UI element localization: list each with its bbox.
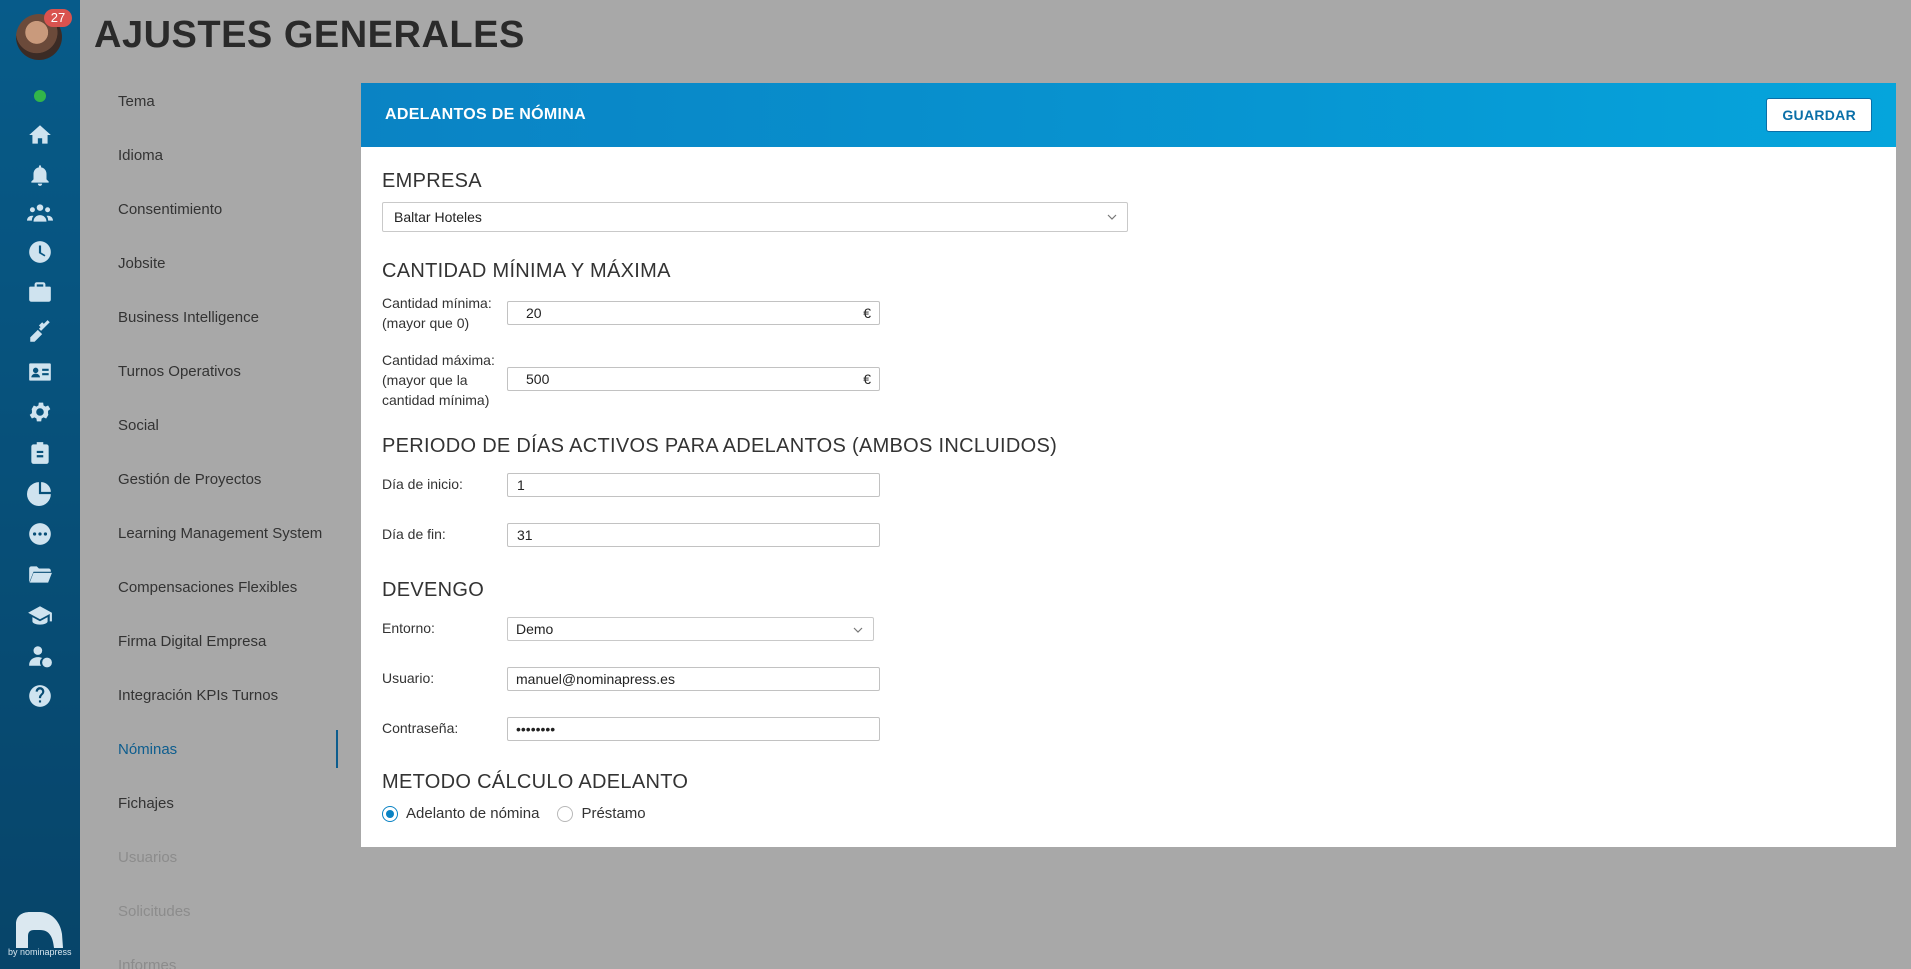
section-title-metodo: METODO CÁLCULO ADELANTO [382,771,689,793]
max-amount-input[interactable]: 500 € [507,367,880,391]
menu-item-consentimiento[interactable]: Consentimiento [94,182,338,236]
section-title-empresa: EMPRESA [382,170,482,192]
start-day-input[interactable]: 1 [507,473,880,497]
menu-item-firma-digital[interactable]: Firma Digital Empresa [94,614,338,668]
clock-icon[interactable] [26,238,54,266]
usuario-label: Usuario: [382,670,435,686]
menu-item-solicitudes[interactable]: Solicitudes [94,884,338,938]
section-title-cantidad: CANTIDAD MÍNIMA Y MÁXIMA [382,260,671,282]
max-amount-label-line1: Cantidad máxima: [382,352,495,368]
min-amount-label: Cantidad mínima: (mayor que 0) [382,293,492,333]
settings-menu: Tema Idioma Consentimiento Jobsite Busin… [94,74,338,969]
bell-icon[interactable] [26,161,54,189]
id-card-icon[interactable] [26,358,54,386]
section-title-devengo: DEVENGO [382,579,485,601]
folder-icon[interactable] [26,561,54,589]
entorno-select-value: Demo [516,621,554,637]
menu-item-nominas[interactable]: Nóminas [94,722,338,776]
min-amount-value: 20 [526,305,542,321]
menu-item-social[interactable]: Social [94,398,338,452]
graduation-cap-icon[interactable] [26,602,54,630]
card-header: ADELANTOS DE NÓMINA GUARDAR [361,83,1896,147]
nominapress-logo [16,912,63,948]
user-money-icon[interactable] [26,642,54,670]
menu-item-jobsite[interactable]: Jobsite [94,236,338,290]
payroll-advances-card: ADELANTOS DE NÓMINA GUARDAR EMPRESA Balt… [361,83,1896,847]
radio-prestamo[interactable] [557,805,574,822]
section-title-periodo: PERIODO DE DÍAS ACTIVOS PARA ADELANTOS (… [382,435,1058,457]
clipboard-icon[interactable] [26,439,54,467]
max-amount-label-line3: cantidad mínima) [382,392,490,408]
tools-icon[interactable] [26,318,54,346]
min-amount-input[interactable]: 20 € [507,301,880,325]
password-input[interactable]: •••••••• [507,717,880,741]
chat-icon[interactable] [26,520,54,548]
chevron-down-icon [853,627,863,633]
menu-item-compensaciones-flexibles[interactable]: Compensaciones Flexibles [94,560,338,614]
entorno-label: Entorno: [382,620,435,636]
max-amount-value: 500 [526,371,550,387]
help-icon[interactable] [26,682,54,710]
empresa-select[interactable]: Baltar Hoteles [382,202,1128,232]
gear-icon[interactable] [26,398,54,426]
save-button[interactable]: GUARDAR [1766,98,1872,132]
empresa-select-value: Baltar Hoteles [394,209,482,225]
end-day-label: Día de fin: [382,526,446,542]
menu-item-lms[interactable]: Learning Management System [94,506,338,560]
metodo-radio-group: Adelanto de nómina Préstamo [382,805,664,822]
end-day-value: 31 [517,527,533,543]
pie-chart-icon[interactable] [26,479,54,507]
usuario-input[interactable]: manuel@nominapress.es [507,667,880,691]
radio-adelanto-nomina[interactable] [382,805,398,822]
card-title: ADELANTOS DE NÓMINA [385,106,586,123]
chevron-down-icon [1107,214,1117,220]
radio-prestamo-label[interactable]: Préstamo [581,805,645,822]
password-label: Contraseña: [382,720,459,736]
entorno-select[interactable]: Demo [507,617,874,641]
min-amount-currency: € [863,305,871,321]
max-amount-label: Cantidad máxima: (mayor que la cantidad … [382,350,495,410]
max-amount-currency: € [863,371,871,387]
radio-adelanto-nomina-label[interactable]: Adelanto de nómina [406,805,539,822]
password-value: •••••••• [516,721,556,737]
start-day-value: 1 [517,477,525,493]
start-day-label: Día de inicio: [382,476,463,492]
briefcase-icon[interactable] [26,278,54,306]
max-amount-label-line2: (mayor que la [382,372,468,388]
menu-item-tema[interactable]: Tema [94,74,338,128]
min-amount-label-line2: (mayor que 0) [382,315,470,331]
usuario-value: manuel@nominapress.es [516,671,675,687]
page-title: AJUSTES GENERALES [94,14,525,56]
end-day-input[interactable]: 31 [507,523,880,547]
menu-item-informes[interactable]: Informes [94,938,338,969]
menu-item-usuarios[interactable]: Usuarios [94,830,338,884]
menu-item-gestion-proyectos[interactable]: Gestión de Proyectos [94,452,338,506]
menu-item-fichajes[interactable]: Fichajes [94,776,338,830]
home-icon[interactable] [26,121,54,149]
online-status-dot [34,90,46,102]
menu-item-integracion-kpis[interactable]: Integración KPIs Turnos [94,668,338,722]
logo-text: by nominapress [8,947,72,957]
menu-item-turnos-operativos[interactable]: Turnos Operativos [94,344,338,398]
min-amount-label-line1: Cantidad mínima: [382,295,492,311]
menu-item-business-intelligence[interactable]: Business Intelligence [94,290,338,344]
menu-item-idioma[interactable]: Idioma [94,128,338,182]
notification-badge: 27 [44,9,72,27]
users-icon[interactable] [26,199,54,227]
